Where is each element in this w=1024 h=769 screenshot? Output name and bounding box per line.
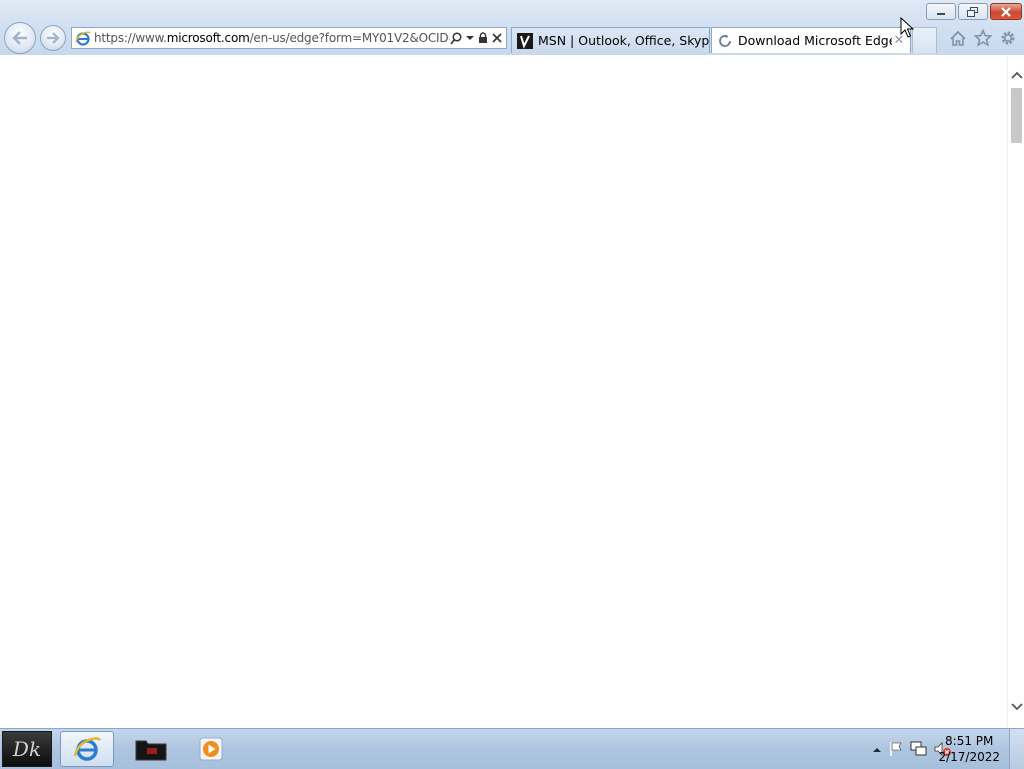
restore-button[interactable] [958, 3, 988, 20]
clock-date: 2/17/2022 [938, 750, 1000, 764]
scroll-down-button[interactable] [1008, 698, 1024, 715]
tools-button[interactable] [998, 28, 1018, 48]
minimize-button[interactable] [926, 3, 956, 20]
minimize-icon [937, 12, 945, 15]
clock-time: 8:51 PM [945, 734, 994, 748]
tab-title: MSN | Outlook, Office, Skype, ... [538, 33, 709, 48]
lock-icon[interactable] [478, 32, 488, 44]
taskbar-internet-explorer[interactable] [60, 731, 114, 767]
start-logo: Dk [12, 737, 42, 761]
chevron-down-icon [1010, 702, 1023, 710]
taskbar-clock[interactable]: 8:51 PM 2/17/2022 [938, 733, 1000, 765]
address-url-text[interactable]: https://www.microsoft.com/en-us/edge?for… [94, 31, 450, 45]
gear-icon [1001, 31, 1015, 45]
window-controls [926, 3, 1022, 20]
scroll-thumb[interactable] [1011, 88, 1022, 143]
stop-icon[interactable] [492, 33, 502, 43]
scroll-up-button[interactable] [1008, 66, 1024, 83]
ie-page-icon [72, 30, 94, 46]
search-icon[interactable] [450, 31, 462, 45]
media-player-icon [199, 737, 223, 761]
chevron-down-icon[interactable] [466, 35, 474, 41]
page-content [0, 55, 1007, 728]
tab-title: Download Microsoft Edge ... [738, 33, 892, 48]
favorites-button[interactable] [973, 28, 993, 48]
restore-icon [967, 6, 978, 17]
loading-spinner-icon [717, 33, 733, 49]
close-window-button[interactable] [990, 3, 1022, 20]
close-icon [1001, 6, 1011, 17]
home-icon [950, 30, 966, 46]
browser-chrome: https://www.microsoft.com/en-us/edge?for… [0, 0, 1024, 56]
star-icon [974, 29, 992, 47]
new-tab-button[interactable] [912, 27, 937, 53]
show-desktop-button[interactable] [1009, 729, 1024, 769]
show-hidden-icons-icon[interactable] [872, 746, 882, 753]
taskbar-file-explorer[interactable] [124, 731, 178, 767]
forward-arrow-icon [47, 32, 60, 44]
start-button[interactable]: Dk [2, 731, 52, 767]
msn-icon [517, 32, 533, 49]
action-center-flag-icon[interactable] [888, 741, 904, 757]
tab-msn[interactable]: MSN | Outlook, Office, Skype, ... [511, 27, 710, 53]
back-arrow-icon [12, 31, 27, 45]
internet-explorer-icon [73, 737, 102, 761]
forward-button[interactable] [40, 25, 66, 51]
home-button[interactable] [948, 28, 968, 48]
address-bar[interactable]: https://www.microsoft.com/en-us/edge?for… [71, 27, 507, 49]
tab-download-edge[interactable]: Download Microsoft Edge ... ✕ [711, 27, 911, 53]
mouse-pointer-icon [900, 17, 914, 38]
taskbar-media-player[interactable] [184, 731, 238, 767]
chevron-up-icon [1010, 71, 1023, 79]
back-button[interactable] [4, 22, 36, 54]
folder-icon [135, 740, 167, 761]
network-icon[interactable] [910, 741, 928, 757]
taskbar: Dk 8:51 PM 2/17/2022 [0, 728, 1024, 769]
vertical-scrollbar[interactable] [1007, 55, 1024, 728]
